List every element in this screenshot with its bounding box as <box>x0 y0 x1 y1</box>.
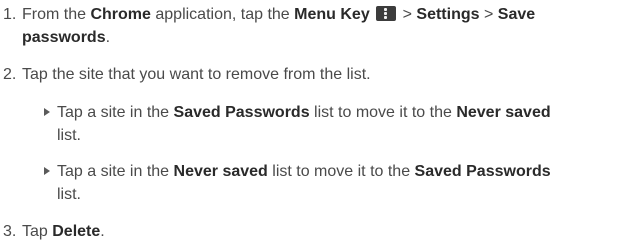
text-segment: Tap a site in the <box>57 163 174 180</box>
delete-label: Delete <box>52 223 101 240</box>
text-segment: list to move it to the <box>267 163 415 180</box>
bullet-1-line-2: list. <box>57 127 81 144</box>
step-3-text: Tap Delete. <box>22 220 626 243</box>
never-saved-label: Never saved <box>173 163 268 180</box>
text-segment: > <box>398 6 417 23</box>
step-1-line-1: From the Chrome application, tap the Men… <box>22 3 626 26</box>
text-segment: application, tap the <box>150 6 295 23</box>
bullet-2: Tap a site in the Never saved list to mo… <box>0 160 626 206</box>
bullet-1: Tap a site in the Saved Passwords list t… <box>0 101 626 147</box>
menu-key-label: Menu Key <box>294 6 370 23</box>
text-segment: Tap <box>22 223 53 240</box>
step-number: 3. <box>3 223 17 240</box>
bullet-2-line-2: list. <box>57 186 81 203</box>
step-number: 2. <box>3 66 17 83</box>
text-segment: list to move it to the <box>309 104 457 121</box>
menu-key-icon <box>376 6 397 21</box>
settings-label: Settings <box>416 6 480 23</box>
text-segment: From the <box>22 6 91 23</box>
step-3: 3. Tap Delete. <box>0 220 626 243</box>
bullet-1-text: Tap a site in the Saved Passwords list t… <box>57 101 626 147</box>
saved-passwords-label: Saved Passwords <box>173 104 310 121</box>
text-segment: . <box>105 29 111 46</box>
bullet-1-line-1: Tap a site in the Saved Passwords list t… <box>57 101 626 124</box>
bullet-2-text: Tap a site in the Never saved list to mo… <box>57 160 626 206</box>
step-1: 1. From the Chrome application, tap the … <box>0 3 626 49</box>
bullet-arrow-icon <box>44 167 50 175</box>
text-segment: . <box>100 223 105 240</box>
bullet-2-line-1: Tap a site in the Never saved list to mo… <box>57 160 626 183</box>
step-1-line-2: passwords. <box>22 26 626 49</box>
step-2: 2. Tap the site that you want to remove … <box>0 63 626 86</box>
saved-passwords-label: Saved Passwords <box>414 163 551 180</box>
text-segment: Tap a site in the <box>57 104 174 121</box>
chrome-label: Chrome <box>90 6 151 23</box>
save-label: Save <box>497 6 536 23</box>
bullet-arrow-icon <box>44 108 50 116</box>
never-saved-label: Never saved <box>456 104 551 121</box>
step-2-text: Tap the site that you want to remove fro… <box>22 66 371 83</box>
step-number: 1. <box>3 6 17 23</box>
passwords-label: passwords <box>22 29 106 46</box>
step-1-text: From the Chrome application, tap the Men… <box>22 3 626 49</box>
text-segment: > <box>479 6 498 23</box>
